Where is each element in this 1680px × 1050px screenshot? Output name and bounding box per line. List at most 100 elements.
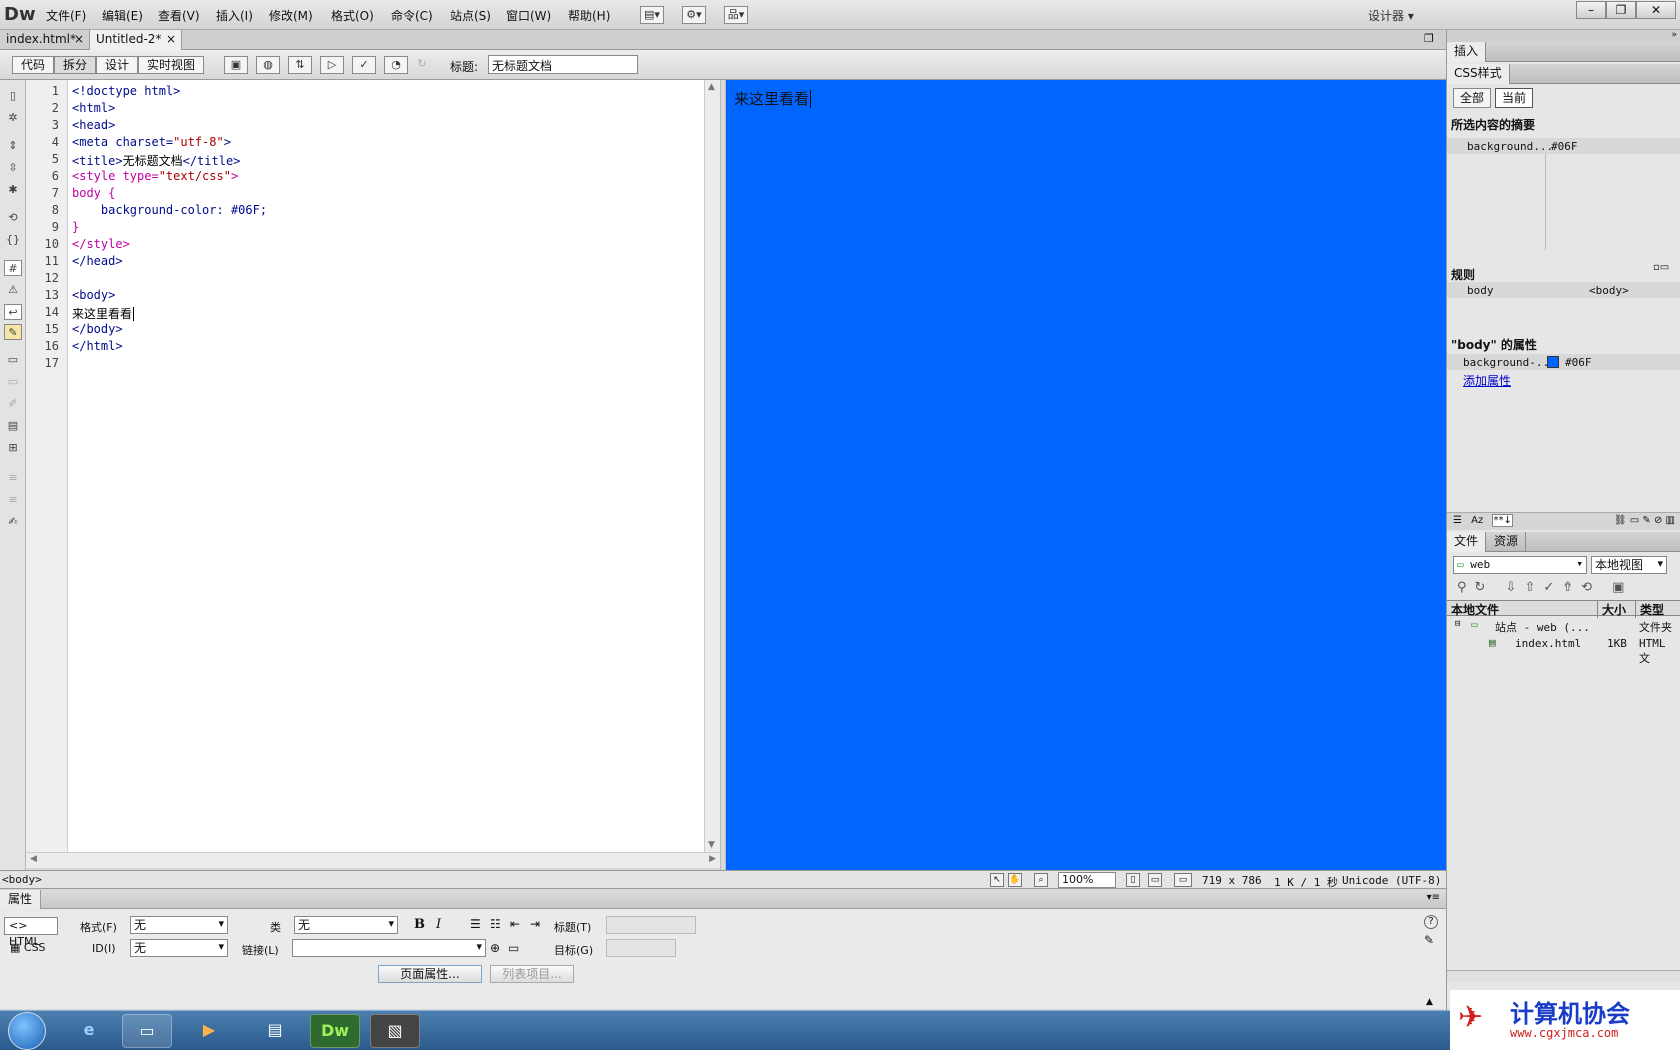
html-mode-button[interactable]: <> HTML [4,917,58,948]
highlight-invalid-icon[interactable]: ⚠ [4,282,22,298]
bold-button[interactable]: B [414,917,425,932]
open-documents-icon[interactable]: ▯ [4,88,22,104]
id-select[interactable]: 无 [130,939,228,957]
format-source-icon[interactable]: ✍ [4,514,22,530]
site-select[interactable]: ▭ web [1453,556,1587,574]
italic-button[interactable]: I [436,917,441,932]
menu-help[interactable]: 帮助(H) [568,7,610,24]
tab-untitled-2[interactable]: Untitled-2* × [90,30,182,50]
restore-doc-icon[interactable]: ❐ [1424,32,1434,45]
balance-braces-icon[interactable]: {} [4,232,22,248]
collapse-tree-icon[interactable]: ⊟ [1455,619,1460,629]
code-editor[interactable]: <!doctype html> <html> <head> <meta char… [68,80,704,852]
line-numbers-icon[interactable]: # [4,260,22,276]
minimize-button[interactable]: – [1576,1,1606,19]
close-button[interactable]: ✕ [1636,1,1676,19]
page-properties-button[interactable]: 页面属性... [378,965,482,983]
css-actions-icons[interactable]: ⛓ ▭ ✎ ⊘ ▥ [1614,513,1675,529]
outdent-icon[interactable]: ⇤ [510,917,520,931]
rule-toggle-icons[interactable]: ▫▭ [1653,262,1669,273]
tab-close-icon[interactable]: × [74,30,84,49]
menu-format[interactable]: 格式(O) [331,7,374,24]
indent-code-icon[interactable]: ≡ [4,470,22,486]
site-root-row[interactable]: ⊟ ▭ 站点 - web (... 文件夹 [1447,618,1680,634]
restore-button[interactable]: ❐ [1606,1,1636,19]
files-toolbar[interactable]: ⚲↻ ⇩⇧✓⇮⟲ ▣ [1457,580,1677,595]
browse-folder-icon[interactable]: ▭ [508,941,519,955]
collapse-selection-icon[interactable]: ⇳ [4,160,22,176]
workspace-switcher[interactable]: 设计器 ▾ [1368,7,1414,24]
file-management-icon[interactable]: ⇅ [288,56,312,74]
target-select[interactable] [606,939,676,957]
move-css-icon[interactable]: ⊞ [4,440,22,456]
col-local-files[interactable]: 本地文件 [1451,601,1499,618]
scroll-down-icon[interactable]: ▼ [708,840,715,850]
class-select[interactable]: 无 [294,916,398,934]
validate-icon[interactable]: ✓ [352,56,376,74]
category-view-icon[interactable]: ☰ [1453,515,1462,526]
design-view[interactable]: 来这里看看​ [726,80,1446,870]
live-view-button[interactable]: 实时视图 [138,56,205,74]
link-input[interactable] [292,939,486,957]
remove-comment-icon[interactable]: ▭ [4,374,22,390]
scroll-left-icon[interactable]: ◀ [30,854,37,864]
multiscreen-icon[interactable]: ▣ [224,56,248,74]
gear-icon[interactable]: ⚙▾ [682,6,706,24]
set-properties-icon[interactable]: **↓ [1492,514,1513,527]
dreamweaver-taskbar-icon[interactable]: Dw [310,1014,360,1048]
collapse-full-tag-icon[interactable]: ⇕ [4,138,22,154]
menu-commands[interactable]: 命令(C) [391,7,433,24]
menu-edit[interactable]: 编辑(E) [102,7,143,24]
collapse-panels-icon[interactable]: » [1447,30,1680,42]
window-dimensions[interactable]: 719 x 786 [1202,874,1262,887]
rules-row[interactable]: body <body> [1447,282,1680,298]
zoom-tool-icon[interactable]: ⌕ [1034,873,1048,887]
menu-insert[interactable]: 插入(I) [216,7,253,24]
refresh-icon[interactable]: ↻ [410,56,434,74]
code-view-button[interactable]: 代码 [12,56,55,74]
list-item-button[interactable]: 列表项目... [490,965,574,983]
browser-preview-icon[interactable]: ◍ [256,56,280,74]
title-attr-input[interactable] [606,916,696,934]
scroll-up-icon[interactable]: ▲ [708,82,715,92]
files-tab[interactable]: 文件 [1447,532,1487,552]
select-tool-icon[interactable]: ↖ [990,873,1004,887]
select-parent-tag-icon[interactable]: ⟲ [4,210,22,226]
start-button[interactable] [8,1012,46,1050]
zoom-select[interactable]: 100% [1058,872,1116,888]
window-size-icon[interactable]: ▯ [1126,873,1140,887]
format-select[interactable]: 无 [130,916,228,934]
app-icon[interactable]: ▤ [250,1014,300,1048]
image-app-icon[interactable]: ▧ [370,1014,420,1048]
menu-modify[interactable]: 修改(M) [269,7,313,24]
desktop-size-icon[interactable]: ▭ [1174,873,1192,887]
color-swatch[interactable] [1547,356,1559,368]
tab-index-html[interactable]: index.html* × [0,30,90,50]
layout-icon[interactable]: ▤▾ [640,6,664,24]
design-view-button[interactable]: 设计 [96,56,139,74]
tag-selector[interactable]: <body> [2,873,42,886]
expand-all-icon[interactable]: ✱ [4,182,22,198]
media-player-icon[interactable]: ▶ [184,1014,234,1048]
property-row[interactable]: background-... #06F [1447,354,1680,370]
point-to-file-icon[interactable]: ⊕ [490,941,500,955]
col-type[interactable]: 类型 [1635,601,1664,618]
word-wrap-icon[interactable]: ↩ [4,304,22,320]
scroll-right-icon[interactable]: ▶ [709,854,716,864]
code-vertical-scrollbar[interactable]: ▲ ▼ [704,80,720,852]
syntax-coloring-icon[interactable]: ✎ [4,324,22,340]
file-row[interactable]: ▤ index.html 1KB HTML 文 [1447,636,1680,665]
help-icon[interactable]: ? [1424,915,1438,929]
menu-site[interactable]: 站点(S) [450,7,491,24]
insert-tab[interactable]: 插入 [1447,42,1487,62]
site-icon[interactable]: 品▾ [724,6,748,24]
css-mode-button[interactable]: ▦ CSS [10,941,46,954]
hand-tool-icon[interactable]: ✋ [1008,873,1022,887]
quick-tag-editor-icon[interactable]: ✎ [1424,933,1434,947]
wrap-tag-icon[interactable]: ✐ [4,396,22,412]
split-view-button[interactable]: 拆分 [54,56,97,74]
menu-file[interactable]: 文件(F) [46,7,86,24]
files-horizontal-scrollbar[interactable] [1447,970,1680,982]
ie-icon[interactable]: e [64,1014,114,1048]
az-sort-icon[interactable]: Az [1471,515,1483,526]
